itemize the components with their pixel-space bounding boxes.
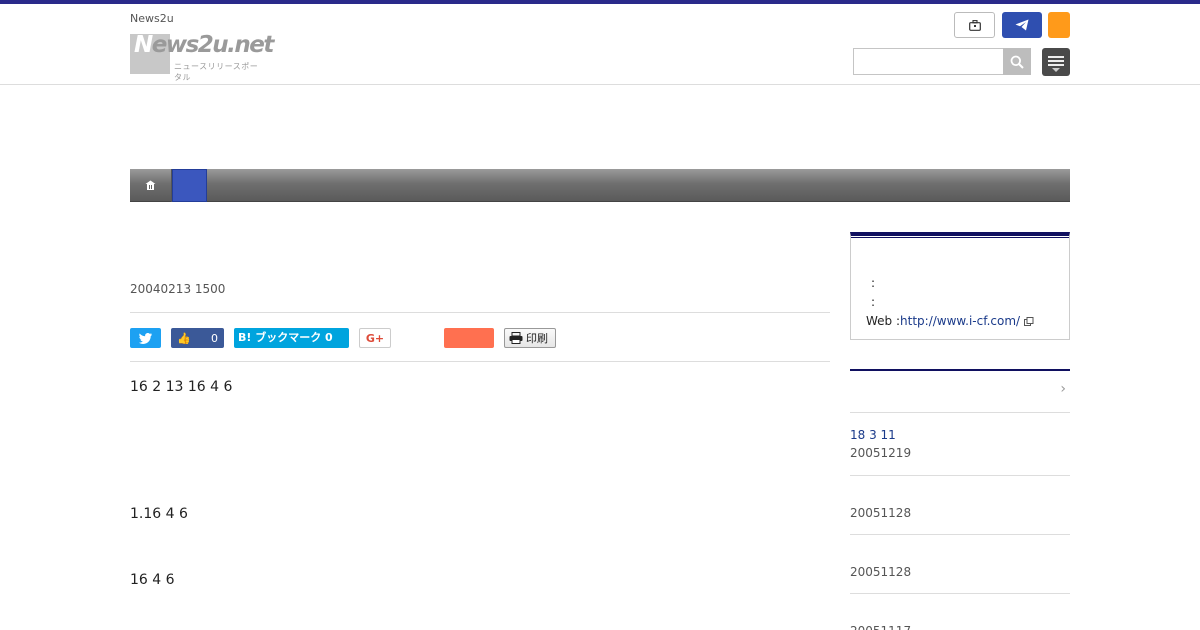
- logo-tagline: ニュースリリースポータル: [174, 62, 259, 82]
- site-name: News2u: [130, 12, 174, 25]
- news-date: 20051128: [850, 506, 912, 520]
- hatena-bookmark-button[interactable]: B! ブックマーク 0: [234, 328, 349, 348]
- search-input[interactable]: [853, 48, 1005, 75]
- nav-active-tab[interactable]: [172, 169, 207, 202]
- company-info-row: :: [871, 276, 876, 290]
- news-date: 20051128: [850, 565, 912, 579]
- external-link-icon: [1023, 316, 1034, 326]
- news-title[interactable]: [850, 594, 1070, 624]
- google-plus-button[interactable]: G+: [359, 328, 391, 348]
- nav-home[interactable]: [130, 169, 172, 202]
- news-date: 20051117: [850, 624, 1070, 630]
- news-list-item[interactable]: 18 3 11 20051219: [850, 428, 1070, 476]
- home-icon: [145, 180, 156, 190]
- news-list-item[interactable]: 20051128: [850, 476, 1070, 535]
- company-web-link[interactable]: http://www.i-cf.com/: [900, 314, 1020, 328]
- print-button[interactable]: 印刷: [504, 328, 556, 348]
- twitter-icon: [139, 332, 152, 344]
- news-list-item[interactable]: 20051128: [850, 535, 1070, 594]
- briefcase-button[interactable]: [954, 12, 995, 38]
- article-paragraph: 16 4 6: [130, 572, 175, 588]
- header-divider: [0, 84, 1200, 85]
- like-count: 0: [211, 331, 218, 345]
- share-divider-bottom: [130, 361, 830, 362]
- top-accent-bar: [0, 0, 1200, 4]
- rss-button[interactable]: [1048, 12, 1070, 38]
- telegram-button[interactable]: [1002, 12, 1042, 38]
- printer-icon: [509, 332, 523, 344]
- print-label: 印刷: [526, 332, 548, 345]
- related-news-heading[interactable]: ›: [850, 369, 1070, 413]
- web-label: Web :: [866, 314, 901, 328]
- search-button[interactable]: [1003, 48, 1031, 75]
- chevron-right-icon: ›: [1060, 381, 1066, 397]
- twitter-share-button[interactable]: [130, 328, 161, 348]
- briefcase-icon: [968, 19, 981, 31]
- share-divider-top: [130, 312, 830, 313]
- site-logo[interactable]: News2u.net ニュースリリースポータル: [130, 32, 274, 82]
- news-list-item[interactable]: 20051117: [850, 594, 1070, 630]
- share-button[interactable]: [444, 328, 494, 348]
- global-nav: [130, 169, 1070, 202]
- company-web-row: Web :http://www.i-cf.com/: [866, 314, 1034, 328]
- menu-button[interactable]: [1042, 48, 1070, 76]
- article-paragraph: 16 2 13 16 4 6: [130, 379, 233, 395]
- search-icon: [1010, 55, 1024, 69]
- company-info-row: :: [871, 295, 876, 309]
- release-date: 20040213 1500: [130, 282, 226, 296]
- news-title[interactable]: [850, 535, 1070, 565]
- company-info-box: : : Web :http://www.i-cf.com/: [850, 232, 1070, 340]
- article-paragraph: 1.16 4 6: [130, 506, 188, 522]
- news-title[interactable]: 18 3 11: [850, 428, 1070, 442]
- logo-wordmark: News2u.net: [134, 32, 274, 58]
- thumbs-up-icon: 👍: [177, 331, 191, 345]
- news-title[interactable]: [850, 476, 1070, 506]
- paper-plane-icon: [1015, 19, 1029, 31]
- news-date: 20051219: [850, 446, 912, 460]
- facebook-like-button[interactable]: 👍 0: [171, 328, 224, 348]
